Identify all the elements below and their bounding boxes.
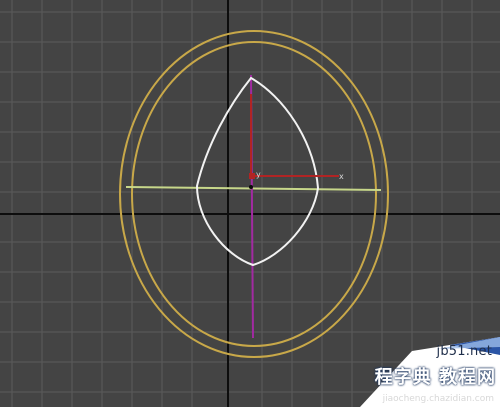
gizmo-x-label: x xyxy=(339,172,344,181)
center-marker xyxy=(249,185,253,189)
watermark-title: 程字典 教程网 xyxy=(374,367,496,388)
gizmo-y-label: y xyxy=(256,170,261,179)
transform-gizmo[interactable]: x y xyxy=(249,94,344,181)
watermark-site: jb51.net xyxy=(436,344,492,359)
watermark-url: jiaocheng.chazidian.com xyxy=(382,394,494,404)
horizontal-guide-line[interactable] xyxy=(125,186,382,191)
viewport[interactable]: x y jb51.net 程字典 教程网 jiaocheng.chazidian… xyxy=(0,0,500,407)
gizmo-center xyxy=(249,173,255,179)
watermark: jb51.net 程字典 教程网 jiaocheng.chazidian.com xyxy=(360,337,500,407)
